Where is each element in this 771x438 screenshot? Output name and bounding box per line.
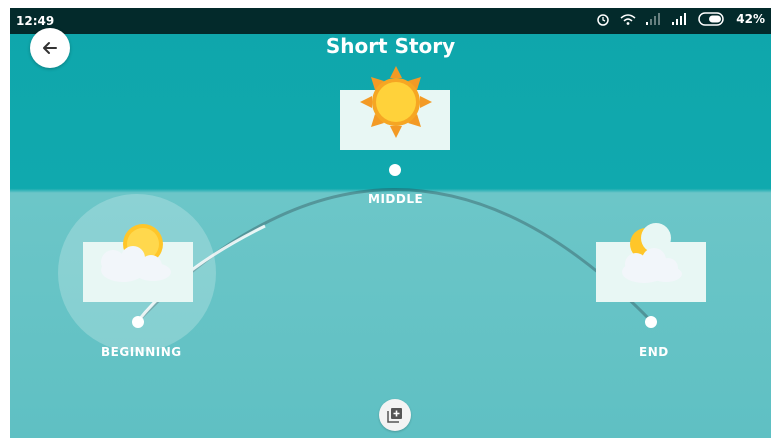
label-beginning: BEGINNING <box>101 345 182 359</box>
story-point-middle[interactable] <box>389 164 401 176</box>
alarm-icon <box>597 14 610 26</box>
moon-behind-cloud-icon <box>622 223 682 283</box>
add-library-icon <box>387 408 402 423</box>
story-card-middle[interactable] <box>340 66 450 150</box>
status-time: 12:49 <box>16 14 55 28</box>
label-middle: MIDDLE <box>368 192 424 206</box>
story-card-beginning[interactable] <box>83 224 193 302</box>
battery-percent: 42% <box>736 12 765 26</box>
page-title: Short Story <box>325 34 456 58</box>
story-card-end[interactable] <box>596 223 706 302</box>
story-point-end[interactable] <box>645 316 657 328</box>
battery-icon <box>698 12 725 26</box>
wifi-icon <box>620 14 636 25</box>
sun-icon <box>360 66 432 138</box>
status-bar: 12:49 42% <box>10 8 771 34</box>
signal-strong-icon <box>672 13 687 25</box>
sun-behind-cloud-icon <box>101 224 171 282</box>
label-end: END <box>639 345 669 359</box>
add-story-button[interactable] <box>379 399 411 431</box>
screen: 12:49 42% Short Story MIDDLE BEGINNING E… <box>10 8 771 438</box>
story-point-beginning[interactable] <box>132 316 144 328</box>
status-icons: 42% <box>596 12 765 26</box>
signal-weak-icon <box>646 13 661 25</box>
